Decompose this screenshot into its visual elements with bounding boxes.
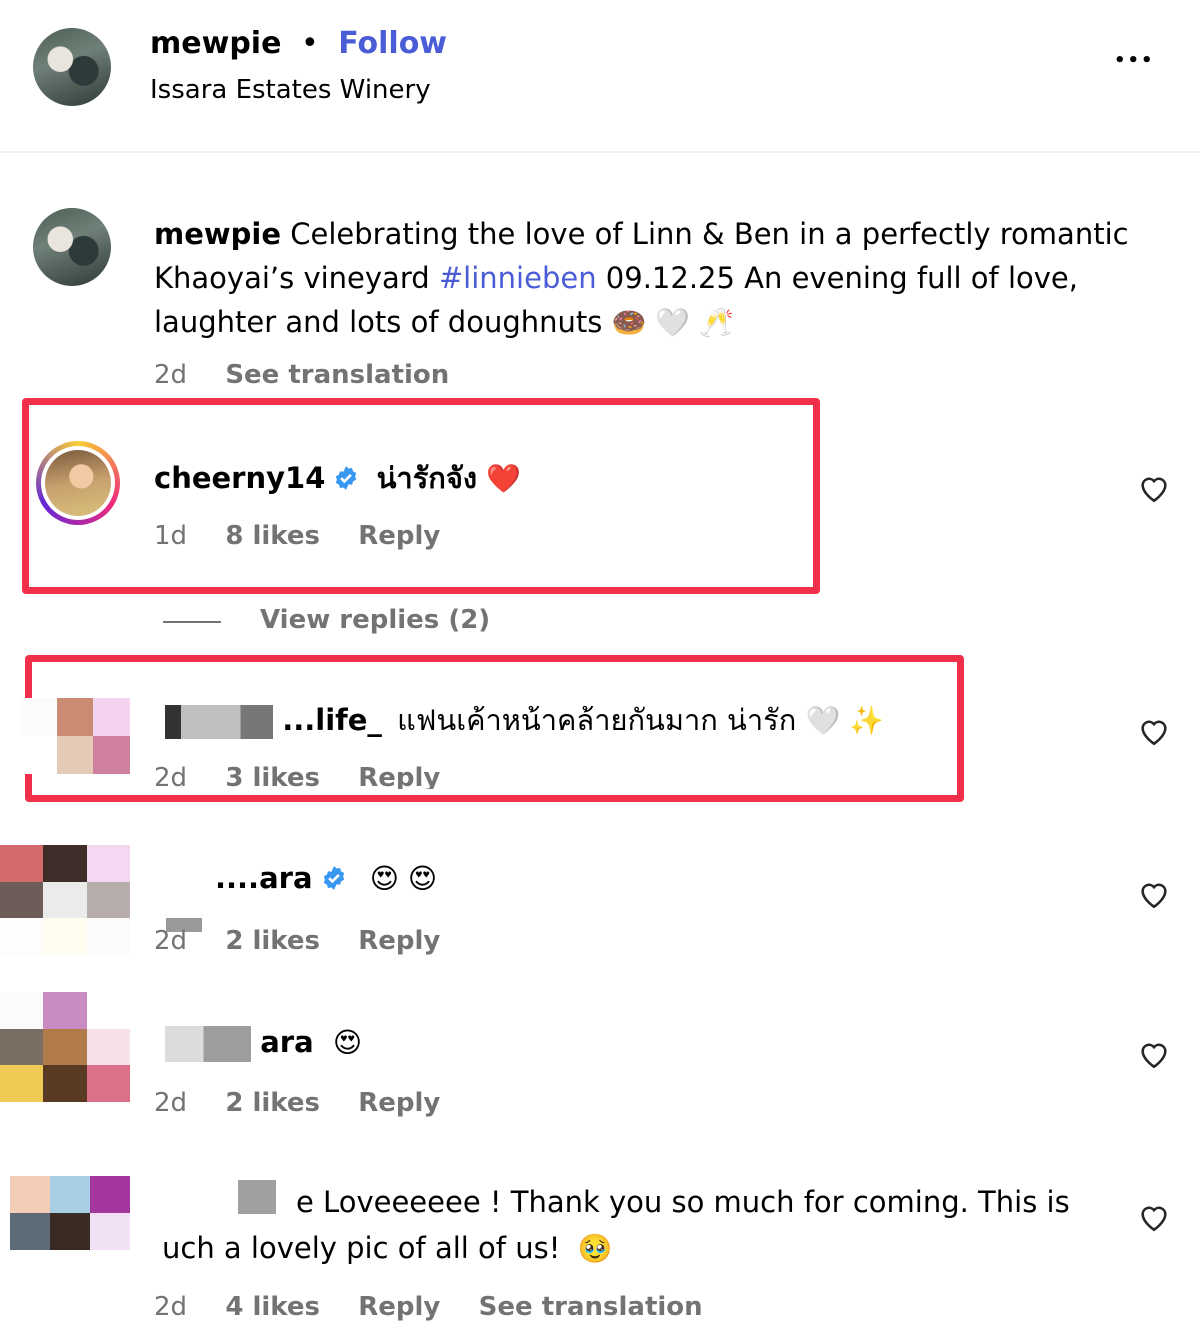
comment-1-line: cheerny14 น่ารักจัง ❤️: [154, 455, 521, 501]
comment-4-likes[interactable]: 2 likes: [225, 1088, 320, 1118]
comment-5-emoji: 🥹: [577, 1232, 613, 1265]
caption-avatar[interactable]: [33, 208, 111, 286]
comment-5-reply-button[interactable]: Reply: [358, 1292, 440, 1322]
comment-4-reply-button[interactable]: Reply: [358, 1088, 440, 1118]
comment-3-username[interactable]: ....ara: [215, 861, 313, 895]
heart-icon[interactable]: [1137, 877, 1171, 911]
verified-badge-icon: [336, 466, 357, 490]
comment-1-username[interactable]: cheerny14: [154, 461, 325, 495]
more-icon[interactable]: •••: [1114, 50, 1155, 71]
comment-2-reply-button[interactable]: Reply: [358, 763, 440, 789]
comment-5-avatar[interactable]: [10, 1176, 130, 1250]
comment-4-time[interactable]: 2d: [154, 1088, 187, 1118]
comment-3-emoji: 😍 😍: [369, 862, 438, 895]
caption-username[interactable]: mewpie: [154, 217, 281, 251]
caption-emojis: 🍩 🤍 🥂: [611, 306, 734, 339]
header-avatar[interactable]: [33, 28, 111, 106]
heart-icon[interactable]: [1137, 1200, 1171, 1234]
view-replies-line: [163, 621, 221, 623]
comment-5-line-2: uch a lovely pic of all of us! 🥹: [162, 1231, 612, 1265]
comment-4-meta: 2d 2 likes Reply: [154, 1088, 470, 1118]
header-divider: [0, 151, 1200, 153]
header-username-row: mewpie • Follow: [150, 26, 447, 61]
comment-2-text: แฟนเค้าหน้าคล้ายกันมาก น่ารัก: [397, 703, 797, 737]
comment-3-avatar[interactable]: [0, 845, 130, 955]
comment-5-text-2: uch a lovely pic of all of us!: [162, 1231, 561, 1265]
follow-button[interactable]: Follow: [338, 26, 447, 61]
comment-2-likes[interactable]: 3 likes: [225, 763, 320, 789]
username-blur: [165, 705, 273, 739]
comment-5-likes[interactable]: 4 likes: [225, 1292, 320, 1322]
comment-2-emoji: 🤍 ✨: [805, 704, 885, 737]
comment-4-username[interactable]: ara: [260, 1025, 313, 1059]
comment-1-emoji: ❤️: [486, 462, 522, 495]
comment-3-time[interactable]: 2d: [154, 926, 187, 956]
comment-1-likes[interactable]: 8 likes: [225, 521, 320, 551]
comment-2-username[interactable]: ...life_: [282, 703, 382, 737]
header-dot: •: [300, 26, 319, 61]
comment-1-meta: 1d 8 likes Reply: [154, 521, 470, 551]
comment-2-avatar[interactable]: [20, 698, 130, 774]
caption-time[interactable]: 2d: [154, 360, 187, 390]
header-username[interactable]: mewpie: [150, 26, 281, 61]
view-replies-button[interactable]: View replies (2): [260, 605, 490, 635]
comment-5-meta: 2d 4 likes Reply See translation: [154, 1292, 733, 1322]
comment-1-text: น่ารักจัง: [376, 461, 478, 495]
comment-5-line-1: e Loveeeeee ! Thank you so much for comi…: [296, 1185, 1070, 1219]
username-blur: [238, 1180, 276, 1214]
header-location[interactable]: Issara Estates Winery: [150, 75, 431, 105]
heart-icon[interactable]: [1137, 714, 1171, 748]
comment-3-likes[interactable]: 2 likes: [225, 926, 320, 956]
username-blur: [165, 1026, 251, 1062]
hashtag-link[interactable]: #linnieben: [439, 261, 597, 295]
comment-4-avatar[interactable]: [0, 992, 130, 1102]
comment-1-time[interactable]: 1d: [154, 521, 187, 551]
caption-text: mewpie Celebrating the love of Linn & Be…: [154, 212, 1154, 345]
comment-4-line: ara 😍: [165, 1025, 362, 1062]
comment-3-reply-button[interactable]: Reply: [358, 926, 440, 956]
comment-1-avatar: [41, 446, 115, 520]
heart-icon[interactable]: [1137, 471, 1171, 505]
comment-4-emoji: 😍: [332, 1026, 363, 1059]
heart-icon[interactable]: [1137, 1037, 1171, 1071]
comment-1-reply-button[interactable]: Reply: [358, 521, 440, 551]
caption-meta: 2d See translation: [154, 360, 479, 390]
comment-2-meta: 2d 3 likes Reply: [154, 763, 470, 789]
comment-1-avatar-ring[interactable]: [36, 441, 120, 525]
comment-2-line: ...life_ แฟนเค้าหน้าคล้ายกันมาก น่ารัก 🤍…: [165, 697, 884, 743]
comment-3-meta: 2d 2 likes Reply: [154, 926, 470, 956]
comment-5-see-translation[interactable]: See translation: [479, 1292, 703, 1322]
comment-3-line: ....ara 😍 😍: [215, 861, 437, 895]
comment-5-time[interactable]: 2d: [154, 1292, 187, 1322]
verified-badge-icon: [323, 866, 344, 890]
comment-2-time[interactable]: 2d: [154, 763, 187, 789]
see-translation-button[interactable]: See translation: [225, 360, 449, 390]
